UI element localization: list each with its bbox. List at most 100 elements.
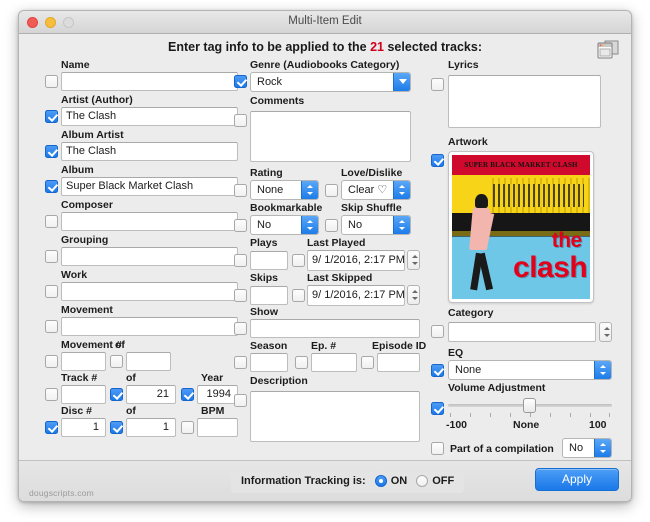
year-checkbox[interactable]	[181, 388, 194, 401]
genre-checkbox[interactable]	[234, 75, 247, 88]
compilation-dropdown[interactable]: No	[562, 438, 612, 458]
artwork-thumbnail[interactable]: the clash SUPER BLACK MARKET CLASH	[448, 151, 594, 303]
lyrics-checkbox[interactable]	[431, 78, 444, 91]
bookmarkable-checkbox[interactable]	[234, 219, 247, 232]
album-artist-checkbox[interactable]	[45, 145, 58, 158]
grouping-label: Grouping	[61, 234, 109, 246]
work-input[interactable]	[61, 282, 238, 301]
name-checkbox[interactable]	[45, 75, 58, 88]
tracking-off-option[interactable]: OFF	[416, 475, 454, 487]
description-textarea[interactable]	[250, 391, 420, 442]
movement-input[interactable]	[61, 317, 238, 336]
disc-number-input[interactable]: 1	[61, 418, 106, 437]
bookmarkable-dropdown[interactable]: No	[250, 215, 319, 235]
name-input[interactable]	[61, 72, 238, 91]
love-dislike-checkbox[interactable]	[325, 184, 338, 197]
header-prefix: Enter tag info to be applied to the	[168, 40, 367, 54]
disc-of-input[interactable]: 1	[126, 418, 176, 437]
album-checkbox[interactable]	[45, 180, 58, 193]
rating-checkbox[interactable]	[234, 184, 247, 197]
eq-dropdown[interactable]: None	[448, 360, 612, 380]
artwork-checkbox[interactable]	[431, 154, 444, 167]
track-number-checkbox[interactable]	[45, 388, 58, 401]
slider-knob[interactable]	[523, 398, 536, 413]
episode-id-input[interactable]	[377, 353, 420, 372]
show-checkbox[interactable]	[234, 322, 247, 335]
year-input[interactable]: 1994	[197, 385, 238, 404]
show-input[interactable]	[250, 319, 420, 338]
love-dislike-dropdown[interactable]: Clear ♡	[341, 180, 411, 200]
volume-adjustment-slider[interactable]	[448, 398, 612, 418]
episode-id-checkbox[interactable]	[361, 356, 374, 369]
category-stepper[interactable]	[599, 322, 612, 342]
volume-adjustment-label: Volume Adjustment	[448, 382, 546, 394]
lyrics-textarea[interactable]	[448, 75, 601, 128]
category-input[interactable]	[448, 322, 596, 342]
movement-number-input[interactable]	[61, 352, 106, 371]
skip-shuffle-dropdown[interactable]: No	[341, 215, 411, 235]
album-artist-input[interactable]: The Clash	[61, 142, 238, 161]
artist-checkbox[interactable]	[45, 110, 58, 123]
artist-input[interactable]: The Clash	[61, 107, 238, 126]
rating-dropdown[interactable]: None	[250, 180, 319, 200]
eq-checkbox[interactable]	[431, 364, 444, 377]
season-input[interactable]	[250, 353, 288, 372]
compilation-checkbox[interactable]	[431, 442, 444, 455]
last-skipped-checkbox[interactable]	[292, 289, 305, 302]
comments-checkbox[interactable]	[234, 114, 247, 127]
composer-checkbox[interactable]	[45, 215, 58, 228]
movement-of-checkbox[interactable]	[110, 355, 123, 368]
work-checkbox[interactable]	[45, 285, 58, 298]
grouping-checkbox[interactable]	[45, 250, 58, 263]
bpm-checkbox[interactable]	[181, 421, 194, 434]
disc-of-checkbox[interactable]	[110, 421, 123, 434]
album-input[interactable]: Super Black Market Clash	[61, 177, 238, 196]
season-checkbox[interactable]	[234, 356, 247, 369]
dialog-footer: Information Tracking is: ON OFF Apply	[19, 460, 631, 501]
season-label: Season	[250, 340, 288, 352]
last-played-input[interactable]: 9/ 1/2016, 2:17 PM	[307, 250, 405, 271]
episode-number-label: Ep. #	[311, 340, 337, 352]
last-played-stepper[interactable]	[407, 250, 420, 270]
movement-of-input[interactable]	[126, 352, 171, 371]
plays-checkbox[interactable]	[234, 254, 247, 267]
episode-number-input[interactable]	[311, 353, 357, 372]
skips-input[interactable]	[250, 286, 288, 305]
last-skipped-input[interactable]: 9/ 1/2016, 2:17 PM	[307, 285, 405, 306]
last-played-checkbox[interactable]	[292, 254, 305, 267]
apply-button[interactable]: Apply	[535, 468, 619, 491]
window-title: Multi-Item Edit	[288, 15, 362, 27]
disc-number-checkbox[interactable]	[45, 421, 58, 434]
grouping-input[interactable]	[61, 247, 238, 266]
tracking-on-radio[interactable]	[374, 475, 387, 487]
category-checkbox[interactable]	[431, 325, 444, 338]
comments-textarea[interactable]	[250, 111, 411, 162]
track-number-input[interactable]	[61, 385, 106, 404]
movement-label: Movement	[61, 304, 113, 316]
skip-shuffle-label: Skip Shuffle	[341, 202, 402, 214]
work-label: Work	[61, 269, 88, 281]
skips-label: Skips	[250, 272, 279, 284]
skip-shuffle-checkbox[interactable]	[325, 219, 338, 232]
bpm-input[interactable]	[197, 418, 238, 437]
episode-number-checkbox[interactable]	[295, 356, 308, 369]
rating-label: Rating	[250, 167, 283, 179]
last-skipped-stepper[interactable]	[407, 285, 420, 305]
genre-dropdown[interactable]: Rock	[250, 72, 411, 92]
windows-icon[interactable]	[597, 39, 619, 59]
composer-input[interactable]	[61, 212, 238, 231]
track-of-input[interactable]: 21	[126, 385, 176, 404]
plays-input[interactable]	[250, 251, 288, 270]
eq-label: EQ	[448, 347, 464, 359]
window-titlebar[interactable]: Multi-Item Edit	[19, 11, 631, 34]
stepper-arrows-icon	[301, 216, 318, 234]
volume-adjustment-checkbox[interactable]	[431, 402, 444, 415]
tracking-off-radio[interactable]	[416, 475, 429, 487]
movement-checkbox[interactable]	[45, 320, 58, 333]
tracking-on-option[interactable]: ON	[374, 475, 407, 487]
album-cover-image: the clash SUPER BLACK MARKET CLASH	[452, 155, 590, 299]
movement-number-checkbox[interactable]	[45, 355, 58, 368]
track-of-checkbox[interactable]	[110, 388, 123, 401]
skips-checkbox[interactable]	[234, 289, 247, 302]
description-checkbox[interactable]	[234, 394, 247, 407]
